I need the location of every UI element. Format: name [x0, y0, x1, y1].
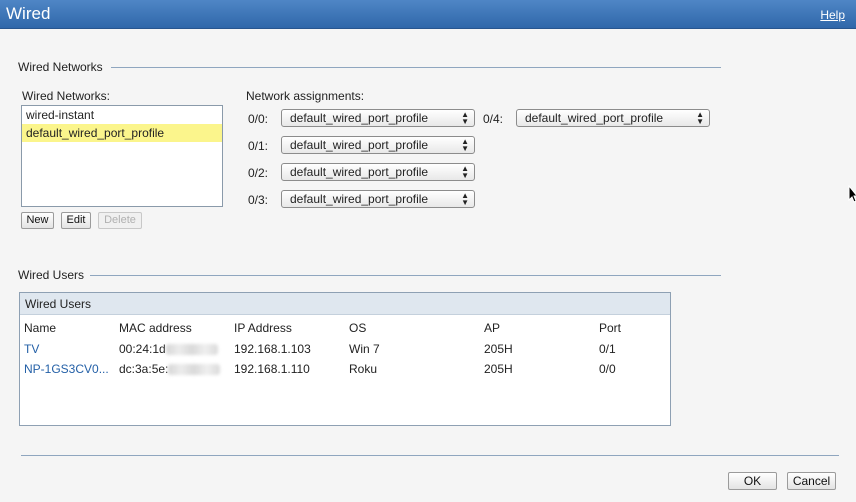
port-0-4-select[interactable]: default_wired_port_profile ▲ ▼: [516, 109, 710, 127]
wired-users-table: Wired Users Name MAC address IP Address …: [19, 292, 671, 426]
user-ap: 205H: [484, 362, 513, 376]
section-divider: [90, 275, 721, 276]
wired-networks-section-title: Wired Networks: [18, 60, 103, 74]
port-label-0-4: 0/4:: [483, 112, 504, 126]
port-label-0-0: 0/0:: [248, 112, 269, 126]
wired-users-panel-title: Wired Users: [20, 293, 670, 315]
select-arrows-icon: ▲ ▼: [461, 137, 469, 153]
user-mac-value: dc:3a:5e:: [119, 362, 169, 376]
port-0-3-value: default_wired_port_profile: [290, 192, 429, 206]
port-0-0-value: default_wired_port_profile: [290, 111, 429, 125]
port-label-0-1: 0/1:: [248, 139, 269, 153]
user-port: 0/1: [599, 342, 616, 356]
port-label-0-3: 0/3:: [248, 193, 269, 207]
wired-networks-list[interactable]: wired-instant default_wired_port_profile: [21, 105, 223, 207]
user-name-link[interactable]: TV: [24, 342, 39, 356]
cancel-button[interactable]: Cancel: [787, 472, 836, 490]
column-header-ip[interactable]: IP Address: [234, 321, 292, 335]
mouse-pointer-icon: [848, 185, 856, 203]
port-0-1-value: default_wired_port_profile: [290, 138, 429, 152]
select-arrows-icon: ▲ ▼: [461, 191, 469, 207]
redacted-blur: [165, 344, 218, 356]
column-header-name[interactable]: Name: [24, 321, 56, 335]
port-label-0-2: 0/2:: [248, 166, 269, 180]
redacted-blur: [168, 364, 221, 376]
edit-button[interactable]: Edit: [61, 212, 91, 229]
port-0-1-select[interactable]: default_wired_port_profile ▲ ▼: [281, 136, 475, 154]
list-item-wired-instant[interactable]: wired-instant: [22, 106, 222, 124]
user-ap: 205H: [484, 342, 513, 356]
help-link[interactable]: Help: [820, 8, 845, 22]
user-ip: 192.168.1.110: [234, 362, 310, 376]
wired-users-section-title: Wired Users: [18, 268, 85, 282]
list-item-default-wired-port-profile[interactable]: default_wired_port_profile: [22, 124, 222, 142]
port-0-3-select[interactable]: default_wired_port_profile ▲ ▼: [281, 190, 475, 208]
column-header-port[interactable]: Port: [599, 321, 621, 335]
footer-divider: [21, 455, 839, 456]
user-mac-value: 00:24:1d: [119, 342, 166, 356]
select-arrows-icon: ▲ ▼: [696, 110, 704, 126]
user-mac: dc:3a:5e:: [119, 362, 221, 376]
port-0-0-select[interactable]: default_wired_port_profile ▲ ▼: [281, 109, 475, 127]
network-assignments-label: Network assignments:: [246, 89, 365, 103]
column-header-mac[interactable]: MAC address: [119, 321, 192, 335]
title-bar: Wired Help: [0, 0, 856, 29]
delete-button[interactable]: Delete: [98, 212, 142, 229]
port-0-4-value: default_wired_port_profile: [525, 111, 664, 125]
port-0-2-value: default_wired_port_profile: [290, 165, 429, 179]
column-header-os[interactable]: OS: [349, 321, 366, 335]
user-mac: 00:24:1d: [119, 342, 218, 356]
new-button[interactable]: New: [21, 212, 54, 229]
wired-networks-list-label: Wired Networks:: [22, 89, 111, 103]
window-title: Wired: [6, 4, 51, 23]
section-divider: [111, 67, 721, 68]
column-header-ap[interactable]: AP: [484, 321, 500, 335]
user-os: Roku: [349, 362, 378, 376]
user-name-link[interactable]: NP-1GS3CV0...: [24, 362, 109, 376]
ok-button[interactable]: OK: [728, 472, 777, 490]
user-os: Win 7: [349, 342, 380, 356]
select-arrows-icon: ▲ ▼: [461, 110, 469, 126]
user-ip: 192.168.1.103: [234, 342, 311, 356]
port-0-2-select[interactable]: default_wired_port_profile ▲ ▼: [281, 163, 475, 181]
select-arrows-icon: ▲ ▼: [461, 164, 469, 180]
user-port: 0/0: [599, 362, 616, 376]
